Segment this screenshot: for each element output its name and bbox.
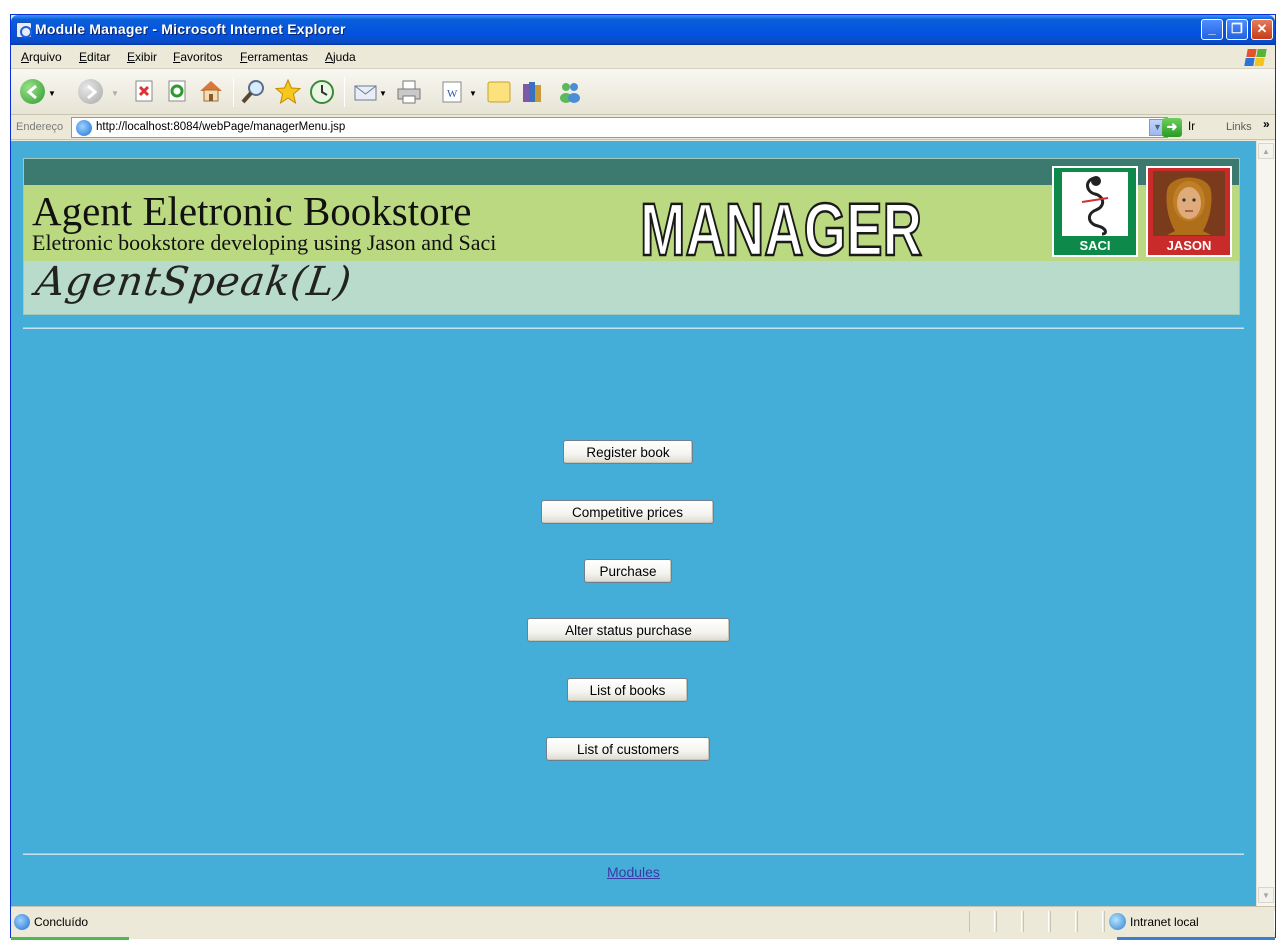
jason-portrait-icon <box>1153 171 1225 236</box>
status-pane <box>1050 911 1076 932</box>
menu-ferramentas[interactable]: Ferramentas <box>240 50 308 64</box>
modules-link[interactable]: Modules <box>607 864 660 880</box>
jason-logo: JASON <box>1146 166 1232 257</box>
list-of-books-button[interactable]: List of books <box>567 678 688 702</box>
maximize-button[interactable]: ❐ <box>1226 19 1248 40</box>
register-book-button[interactable]: Register book <box>563 440 693 464</box>
refresh-icon[interactable] <box>164 78 192 106</box>
scroll-down-icon[interactable]: ▼ <box>1258 887 1274 903</box>
address-bar: Endereço http://localhost:8084/webPage/m… <box>11 115 1275 140</box>
header-banner: Agent Eletronic Bookstore Eletronic book… <box>23 158 1240 315</box>
saci-figure-icon <box>1081 176 1109 236</box>
page-viewport: Agent Eletronic Bookstore Eletronic book… <box>11 141 1256 906</box>
toolbar: ▼ ▼ ▼ W ▼ <box>11 69 1275 115</box>
top-divider <box>23 327 1244 329</box>
title-bar[interactable]: Module Manager - Microsoft Internet Expl… <box>11 15 1275 45</box>
home-icon[interactable] <box>197 78 225 106</box>
links-label[interactable]: Links <box>1226 121 1252 133</box>
banner-title: Agent Eletronic Bookstore <box>32 188 472 234</box>
messenger-icon[interactable] <box>556 78 584 106</box>
status-pane <box>996 911 1022 932</box>
agentspeak-script: AgentSpeak(L) <box>32 259 355 305</box>
minimize-button[interactable]: _ <box>1201 19 1223 40</box>
history-icon[interactable] <box>308 78 336 106</box>
links-chevron-icon[interactable]: » <box>1263 117 1270 131</box>
windows-logo-icon <box>1244 47 1268 67</box>
saci-logo: SACI <box>1052 166 1138 257</box>
menu-bar: Arquivo Editar Exibir Favoritos Ferramen… <box>11 45 1275 69</box>
favorites-icon[interactable] <box>274 78 302 106</box>
back-dropdown-icon[interactable]: ▼ <box>48 78 60 106</box>
close-button[interactable]: ✕ <box>1251 19 1273 40</box>
menu-arquivo[interactable]: Arquivo <box>21 50 62 64</box>
status-text: Concluído <box>34 915 89 929</box>
menu-favoritos[interactable]: Favoritos <box>173 50 222 64</box>
status-pane <box>1023 911 1049 932</box>
stop-icon[interactable] <box>131 78 159 106</box>
intranet-globe-icon <box>1109 913 1126 930</box>
competitive-prices-button[interactable]: Competitive prices <box>541 500 714 524</box>
status-page-icon <box>14 914 30 930</box>
back-icon[interactable] <box>19 78 47 106</box>
manager-heading-text: MANAGER <box>640 188 922 261</box>
alter-status-purchase-button[interactable]: Alter status purchase <box>527 618 730 642</box>
go-arrow-icon[interactable]: ➜ <box>1162 118 1182 137</box>
browser-window: Module Manager - Microsoft Internet Expl… <box>10 14 1276 940</box>
ie-page-icon <box>16 22 32 38</box>
security-zone-text: Intranet local <box>1130 915 1199 929</box>
scroll-up-icon[interactable]: ▲ <box>1258 143 1274 159</box>
mail-dropdown-icon[interactable]: ▼ <box>379 78 389 106</box>
saci-logo-label: SACI <box>1079 238 1111 253</box>
bottom-divider <box>23 853 1244 855</box>
purchase-button[interactable]: Purchase <box>584 559 672 583</box>
svg-text:W: W <box>447 88 458 100</box>
mail-icon[interactable] <box>352 78 380 106</box>
forward-dropdown-icon[interactable]: ▼ <box>111 78 121 106</box>
jason-logo-label: JASON <box>1166 238 1212 253</box>
go-button[interactable]: Ir <box>1188 121 1195 133</box>
vertical-scrollbar[interactable]: ▲ ▼ <box>1256 141 1275 906</box>
banner-subtitle: Eletronic bookstore developing using Jas… <box>32 230 497 255</box>
print-icon[interactable] <box>395 78 423 106</box>
address-field[interactable]: http://localhost:8084/webPage/managerMen… <box>71 117 1168 138</box>
taskbar-strip <box>11 937 129 940</box>
address-url[interactable]: http://localhost:8084/webPage/managerMen… <box>96 121 345 133</box>
menu-ajuda[interactable]: Ajuda <box>325 50 356 64</box>
forward-icon[interactable] <box>77 78 105 106</box>
research-icon[interactable] <box>519 78 547 106</box>
edit-dropdown-icon[interactable]: ▼ <box>469 78 479 106</box>
status-pane <box>969 911 995 932</box>
status-pane <box>1077 911 1103 932</box>
edit-icon[interactable]: W <box>438 78 466 106</box>
menu-exibir[interactable]: Exibir <box>127 50 157 64</box>
taskbar-strip-right <box>1117 937 1275 940</box>
manager-heading: MANAGER <box>639 187 924 261</box>
search-icon[interactable] <box>240 78 268 106</box>
window-title: Module Manager - Microsoft Internet Expl… <box>35 21 346 37</box>
page-icon <box>76 120 92 136</box>
list-of-customers-button[interactable]: List of customers <box>546 737 710 761</box>
discuss-icon[interactable] <box>485 78 513 106</box>
menu-editar[interactable]: Editar <box>79 50 110 64</box>
status-bar: Concluído Intranet local <box>11 906 1275 940</box>
address-label: Endereço <box>16 121 64 133</box>
